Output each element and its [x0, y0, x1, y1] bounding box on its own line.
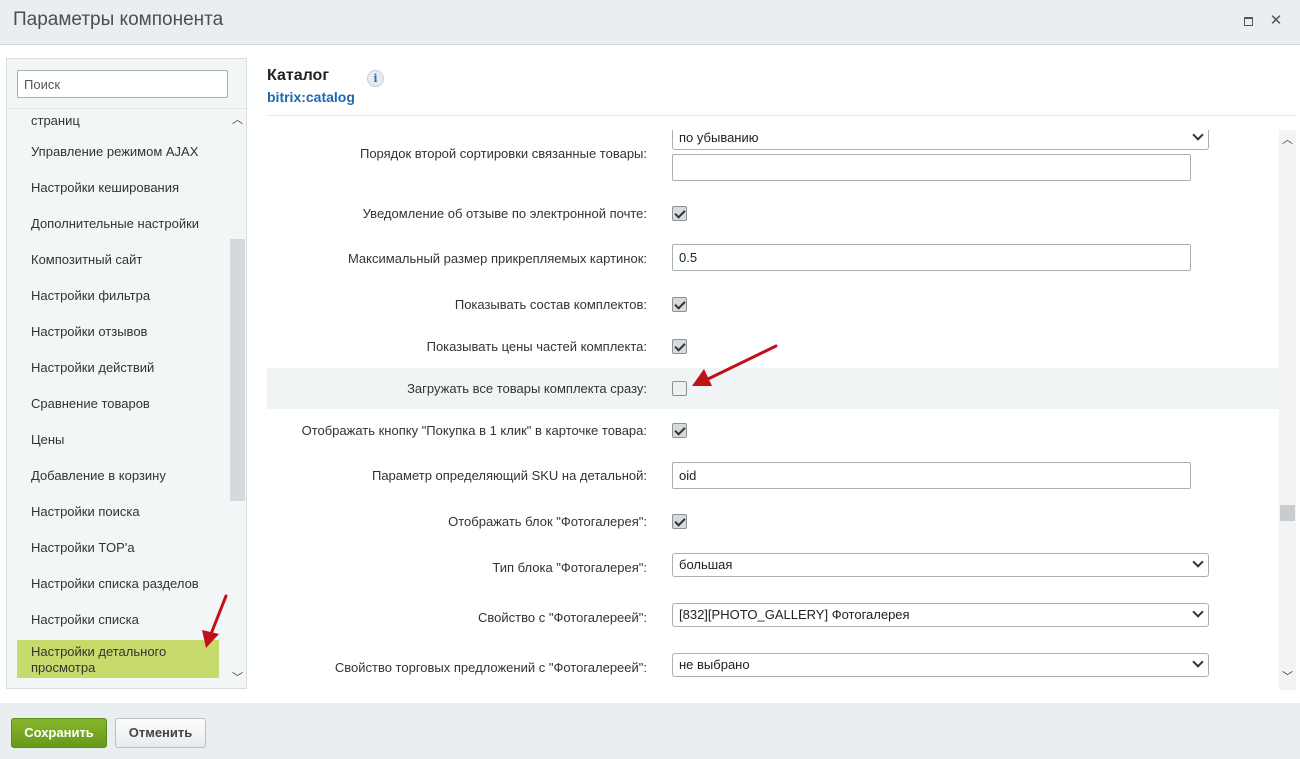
show-set-prices-checkbox[interactable] [672, 339, 687, 354]
close-icon[interactable]: ✕ [1268, 13, 1284, 29]
sidebar-item-ajax[interactable]: Управление режимом AJAX [17, 144, 219, 160]
row-label: Порядок второй сортировки связанные това… [359, 146, 647, 161]
row-label: Отображать блок "Фотогалерея": [448, 514, 647, 529]
row-label: Свойство торговых предложений с "Фотогал… [334, 660, 647, 675]
search-input[interactable] [17, 70, 228, 98]
sidebar-nav: страниц Управление режимом AJAX Настройк… [7, 109, 229, 688]
sidebar-search [7, 59, 246, 109]
chevron-down-icon [1192, 656, 1204, 668]
component-code: bitrix:catalog [267, 89, 355, 105]
main-scroll-thumb[interactable] [1280, 505, 1295, 521]
settings-form: Порядок второй сортировки связанные това… [267, 130, 1279, 690]
header-divider [267, 115, 1295, 116]
sidebar-item-filter[interactable]: Настройки фильтра [17, 288, 219, 304]
info-icon[interactable]: i [367, 70, 384, 87]
sidebar-item-compare[interactable]: Сравнение товаров [17, 396, 219, 412]
select-value: не выбрано [679, 657, 750, 672]
row-label: Максимальный размер прикрепляемых картин… [347, 251, 647, 266]
sidebar-item-top[interactable]: Настройки TOP'а [17, 540, 219, 556]
gallery-property-select[interactable]: [832][PHOTO_GALLERY] Фотогалерея [672, 603, 1209, 627]
sidebar-item-prices[interactable]: Цены [17, 432, 219, 448]
select-value: [832][PHOTO_GALLERY] Фотогалерея [679, 607, 910, 622]
sidebar: страниц Управление режимом AJAX Настройк… [6, 58, 247, 689]
component-title: Каталог [267, 67, 329, 84]
sidebar-item-cache[interactable]: Настройки кеширования [17, 180, 219, 196]
sidebar-item-search[interactable]: Настройки поиска [17, 504, 219, 520]
sidebar-item-detail[interactable]: Настройки детального просмотра [17, 640, 219, 678]
show-gallery-checkbox[interactable] [672, 514, 687, 529]
load-all-set-items-checkbox[interactable] [672, 381, 687, 396]
chevron-down-icon [1192, 556, 1204, 568]
window-titlebar: Параметры компонента ✕ [0, 0, 1300, 45]
sort-order-select[interactable]: по убыванию [672, 130, 1209, 150]
row-label: Уведомление об отзыве по электронной поч… [362, 206, 647, 221]
sidebar-item-pages[interactable]: страниц [17, 113, 219, 129]
row-label: Показывать цены частей комплекта: [426, 339, 647, 354]
sku-param-input[interactable]: oid [672, 462, 1191, 489]
max-image-size-input[interactable]: 0.5 [672, 244, 1191, 271]
sidebar-item-basket[interactable]: Добавление в корзину [17, 468, 219, 484]
cancel-button[interactable]: Отменить [115, 718, 206, 748]
sort-order-extra-input[interactable] [672, 154, 1191, 181]
one-click-buy-checkbox[interactable] [672, 423, 687, 438]
row-label: Параметр определяющий SKU на детальной: [371, 468, 647, 483]
sidebar-item-composite[interactable]: Композитный сайт [17, 252, 219, 268]
main-scrollbar[interactable]: ︿ ﹀ [1279, 130, 1296, 690]
email-review-checkbox[interactable] [672, 206, 687, 221]
row-label: Свойство с "Фотогалереей": [478, 610, 647, 625]
sidebar-scroll-thumb[interactable] [230, 239, 245, 501]
row-label: Тип блока "Фотогалерея": [492, 560, 647, 575]
row-label: Показывать состав комплектов: [454, 297, 647, 312]
row-label: Загружать все товары комплекта сразу: [407, 381, 647, 396]
select-value: большая [679, 557, 733, 572]
chevron-down-icon [1192, 130, 1204, 141]
sidebar-item-section-list[interactable]: Настройки списка разделов [17, 576, 219, 592]
sidebar-item-additional[interactable]: Дополнительные настройки [17, 216, 219, 232]
scroll-down-icon[interactable]: ﹀ [1282, 672, 1293, 683]
sidebar-item-reviews[interactable]: Настройки отзывов [17, 324, 219, 340]
row-label: Отображать кнопку "Покупка в 1 клик" в к… [301, 423, 647, 438]
chevron-down-icon [1192, 606, 1204, 618]
save-button[interactable]: Сохранить [11, 718, 107, 748]
gallery-type-select[interactable]: большая [672, 553, 1209, 577]
scroll-up-icon[interactable]: ︿ [232, 115, 243, 126]
sidebar-scrollbar[interactable]: ︿ ﹀ [229, 109, 246, 688]
sidebar-item-list[interactable]: Настройки списка [17, 612, 219, 628]
show-set-items-checkbox[interactable] [672, 297, 687, 312]
dialog-footer: Сохранить Отменить [0, 703, 1300, 759]
offers-gallery-property-select[interactable]: не выбрано [672, 653, 1209, 677]
scroll-down-icon[interactable]: ﹀ [232, 673, 243, 684]
sidebar-item-actions[interactable]: Настройки действий [17, 360, 219, 376]
scroll-up-icon[interactable]: ︿ [1282, 135, 1293, 146]
maximize-icon[interactable] [1241, 13, 1257, 29]
window-title: Параметры компонента [13, 9, 224, 30]
select-value: по убыванию [679, 130, 759, 145]
